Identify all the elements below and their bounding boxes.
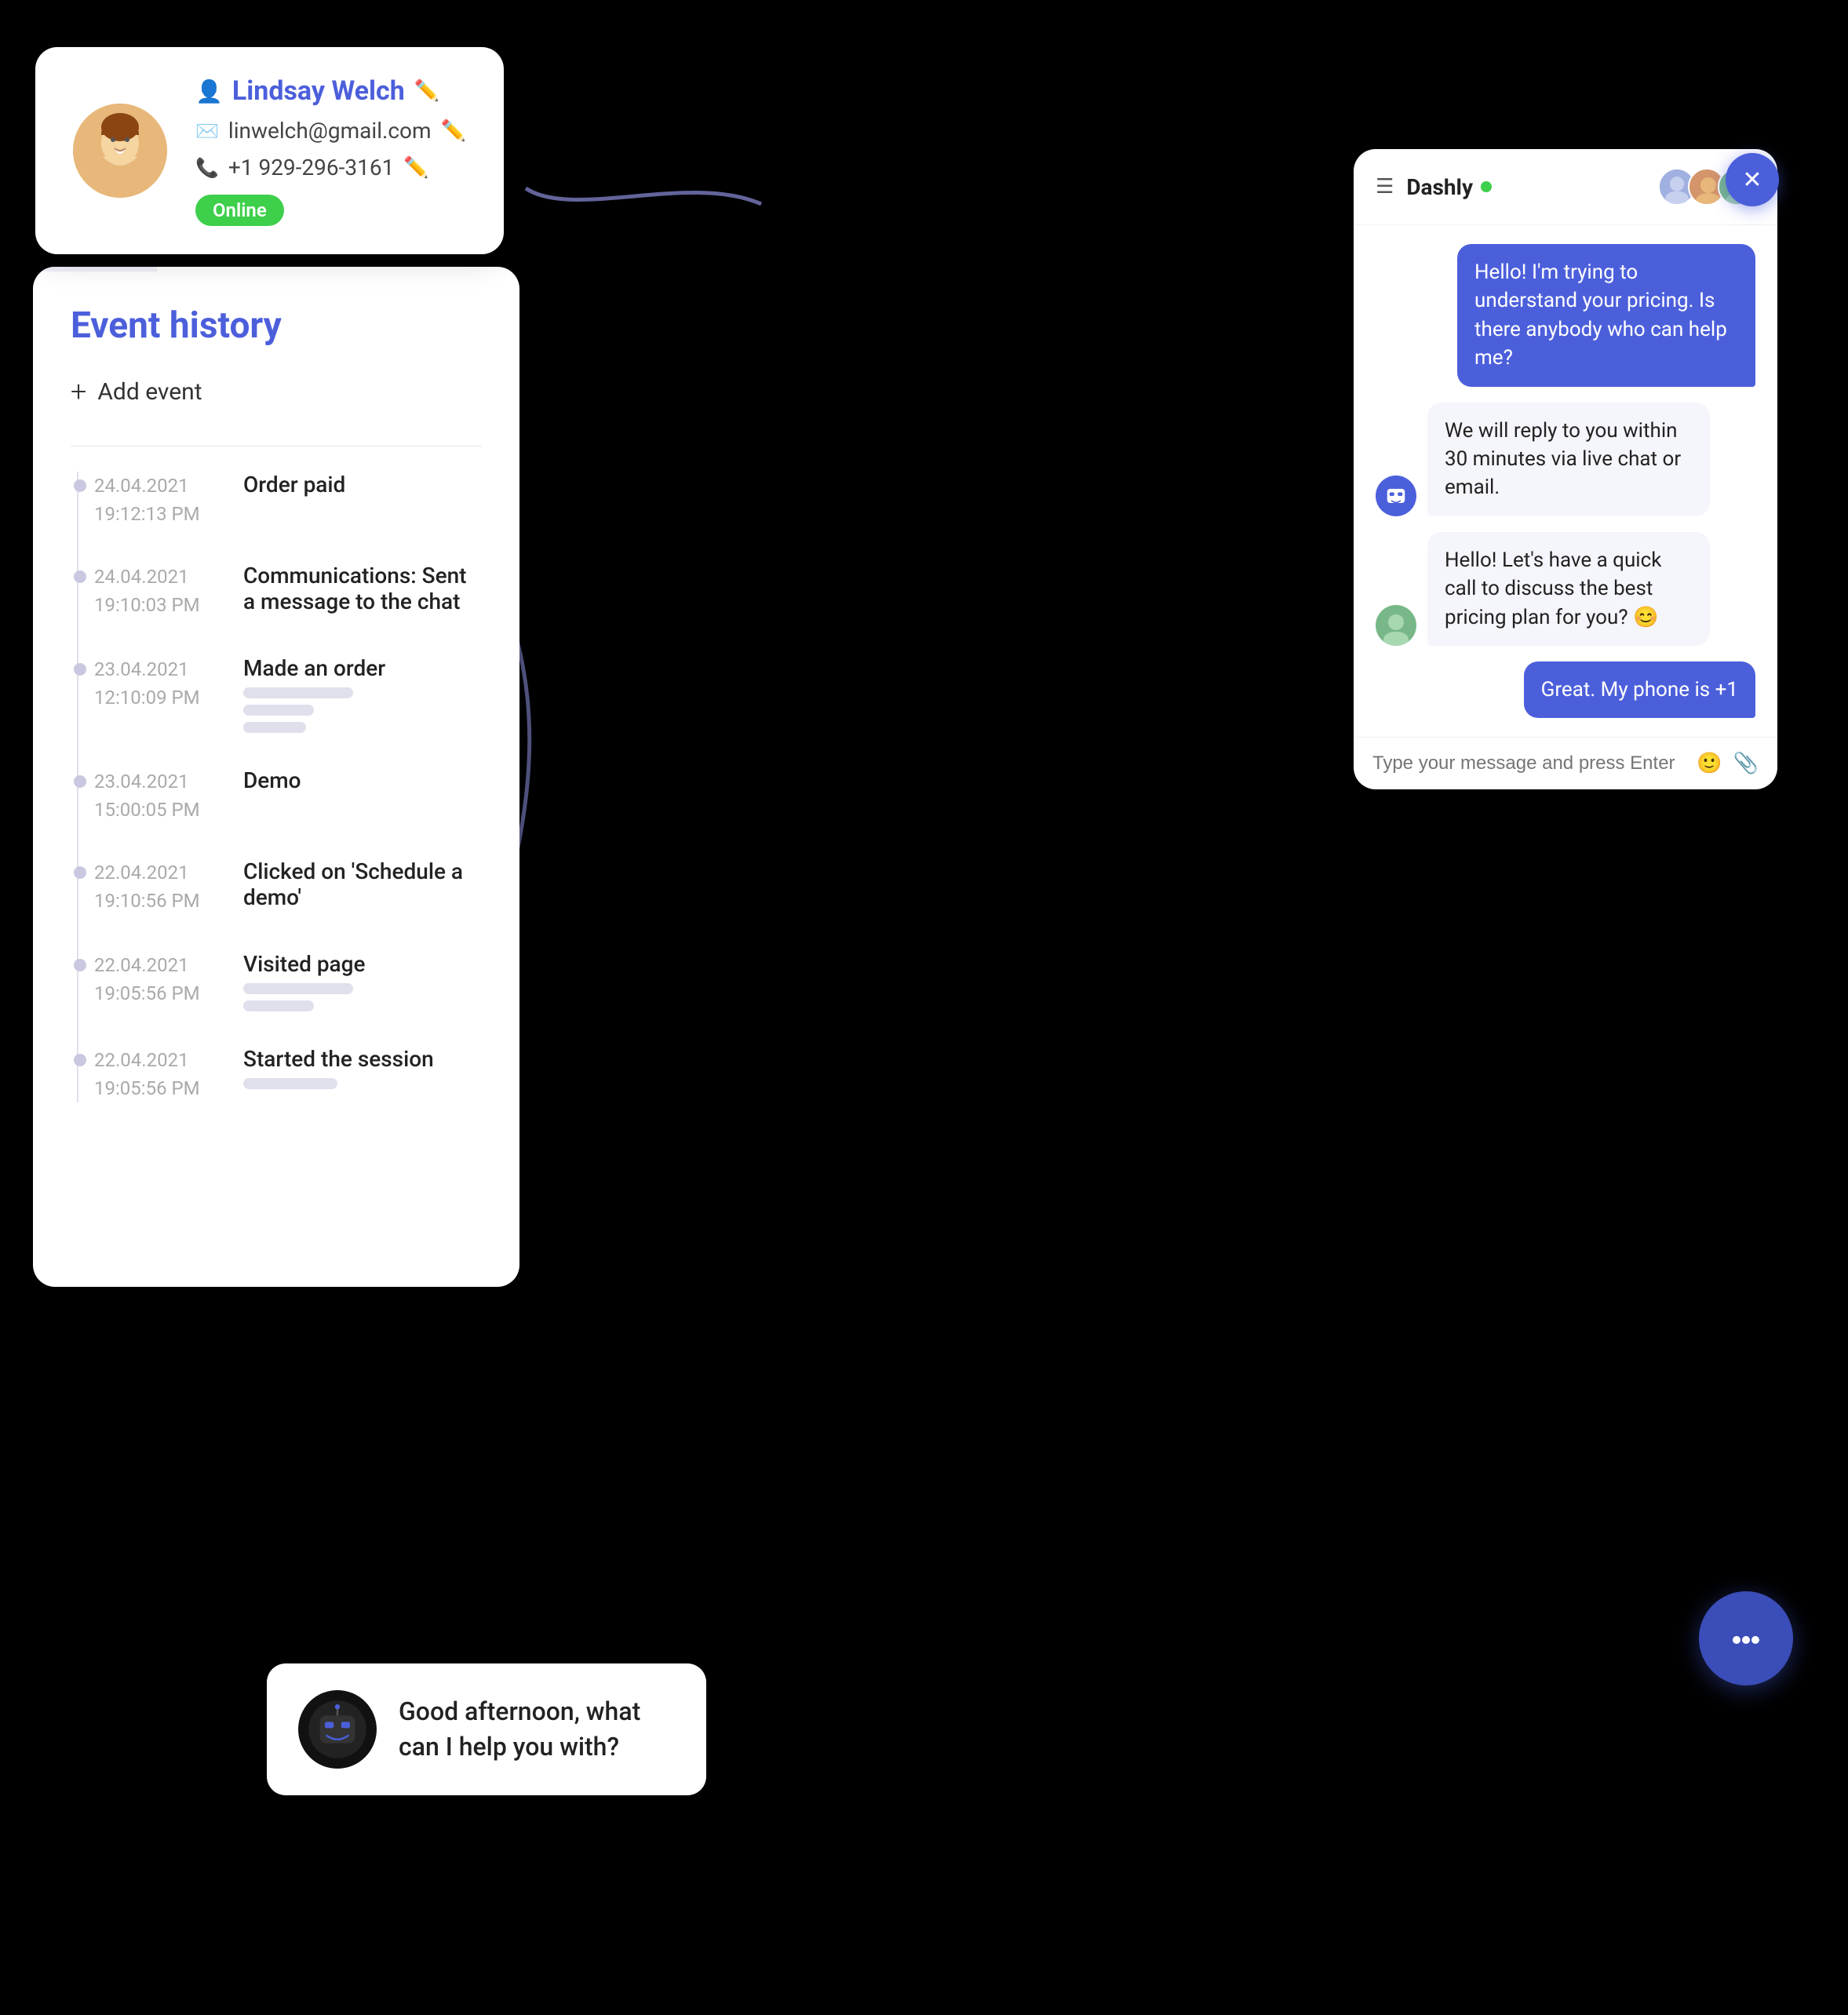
mail-icon: ✉️ [195,120,219,142]
timeline-dot [74,479,86,492]
timeline-date: 23.04.202115:00:05 PM [94,767,220,824]
timeline-date: 24.04.202119:10:03 PM [94,563,220,619]
timeline-event-name: Clicked on 'Schedule a demo' [243,858,482,910]
timeline-dot [74,959,86,971]
timeline-item: 22.04.202119:10:56 PM Clicked on 'Schedul… [94,858,482,916]
close-icon: ✕ [1742,166,1762,194]
chat-message-agent-row: Hello! Let's have a quick call to discus… [1376,532,1755,646]
timeline-date: 22.04.202119:05:56 PM [94,1046,220,1102]
timeline-item: 24.04.202119:10:03 PM Communications: Sen… [94,563,482,621]
chat-brand-name: Dashly [1406,174,1473,200]
person-icon: 👤 [195,78,223,104]
bot-popup: Good afternoon, what can I help you with… [267,1663,706,1795]
chat-bubble-icon [1722,1615,1770,1662]
timeline-date: 24.04.202119:12:13 PM [94,472,220,528]
emoji-icon[interactable]: 🙂 [1697,752,1722,775]
chat-widget: ☰ Dashly [1354,149,1777,789]
contact-name: Lindsay Welch [232,75,405,107]
add-event-button[interactable]: + Add event [71,375,482,408]
contact-phone: +1 929-296-3161 [228,155,394,180]
placeholder-bar [243,705,314,716]
edit-email-icon[interactable]: ✏️ [441,119,466,143]
chat-input[interactable] [1372,752,1686,774]
timeline-dot [74,663,86,676]
timeline-content: Visited page [243,951,482,1011]
contact-card: 👤 Lindsay Welch ✏️ ✉️ linwelch@gmail.com… [35,47,504,254]
timeline-dot [74,866,86,879]
timeline: 24.04.202119:12:13 PMOrder paid24.04.202… [71,472,482,1102]
timeline-event-name: Started the session [243,1046,482,1072]
timeline-item: 24.04.202119:12:13 PM Order paid [94,472,482,528]
timeline-event-name: Order paid [243,472,482,497]
timeline-item: 23.04.202112:10:09 PM Made an order [94,655,482,733]
timeline-dot [74,570,86,583]
chat-messages: Hello! I'm trying to understand your pri… [1354,225,1777,737]
bot-message-avatar [1376,476,1416,516]
chat-bubble-button[interactable] [1699,1591,1793,1685]
timeline-dot [74,775,86,788]
timeline-content: Made an order [243,655,482,733]
contact-name-row: 👤 Lindsay Welch ✏️ [195,75,466,107]
add-event-label: Add event [97,378,202,406]
placeholder-bar [243,1000,314,1011]
contact-phone-row: 📞 +1 929-296-3161 ✏️ [195,155,466,180]
timeline-content: Started the session [243,1046,482,1089]
contact-info: 👤 Lindsay Welch ✏️ ✉️ linwelch@gmail.com… [195,75,466,226]
close-chat-button[interactable]: ✕ [1726,153,1779,206]
timeline-content: Clicked on 'Schedule a demo' [243,858,482,916]
timeline-content: Communications: Sent a message to the ch… [243,563,482,621]
event-panel: Events Event history + Add event 24.04.2… [33,267,519,1287]
timeline-content: Order paid [243,472,482,504]
add-icon: + [71,375,86,408]
bot-face-icon [306,1698,369,1761]
timeline-dot [74,1054,86,1066]
agent-message-avatar [1376,605,1416,646]
timeline-date: 22.04.202119:05:56 PM [94,951,220,1008]
contact-email-row: ✉️ linwelch@gmail.com ✏️ [195,118,466,144]
chat-message-user: Great. My phone is +1 [1524,661,1755,718]
timeline-item: 22.04.202119:05:56 PM Started the session [94,1046,482,1102]
placeholder-bar [243,983,353,994]
attachment-icon[interactable]: 📎 [1733,752,1759,775]
placeholder-bar [243,722,306,733]
timeline-date: 22.04.202119:10:56 PM [94,858,220,915]
event-history-title: Event history [71,304,482,347]
contact-avatar [73,104,167,198]
timeline-event-name: Visited page [243,951,482,977]
chat-message-user: Hello! I'm trying to understand your pri… [1457,244,1755,387]
hamburger-icon[interactable]: ☰ [1376,175,1394,199]
timeline-event-name: Demo [243,767,482,793]
chat-header: ☰ Dashly [1354,149,1777,225]
chat-message-bot-row: We will reply to you within 30 minutes v… [1376,403,1755,516]
chat-message-bot: We will reply to you within 30 minutes v… [1427,403,1710,516]
timeline-item: 22.04.202119:05:56 PM Visited page [94,951,482,1011]
contact-email: linwelch@gmail.com [228,118,432,144]
timeline-event-name: Made an order [243,655,482,681]
chat-input-area[interactable]: 🙂 📎 [1354,737,1777,789]
placeholder-bar [243,1078,337,1089]
chat-online-indicator [1481,181,1492,192]
status-badge: Online [195,195,284,226]
chat-message-agent: Hello! Let's have a quick call to discus… [1427,532,1710,646]
bot-popup-text: Good afternoon, what can I help you with… [399,1694,675,1765]
placeholder-bar [243,687,353,698]
timeline-item: 23.04.202115:00:05 PM Demo [94,767,482,824]
edit-name-icon[interactable]: ✏️ [414,79,439,103]
timeline-date: 23.04.202112:10:09 PM [94,655,220,712]
chat-brand: Dashly [1406,174,1492,200]
timeline-event-name: Communications: Sent a message to the ch… [243,563,482,614]
chat-header-left: ☰ Dashly [1376,174,1492,200]
bot-icon [298,1690,377,1769]
event-panel-inner: Event history + Add event 24.04.202119:1… [33,267,519,1168]
edit-phone-icon[interactable]: ✏️ [403,156,428,180]
timeline-content: Demo [243,767,482,800]
phone-icon: 📞 [195,157,219,179]
